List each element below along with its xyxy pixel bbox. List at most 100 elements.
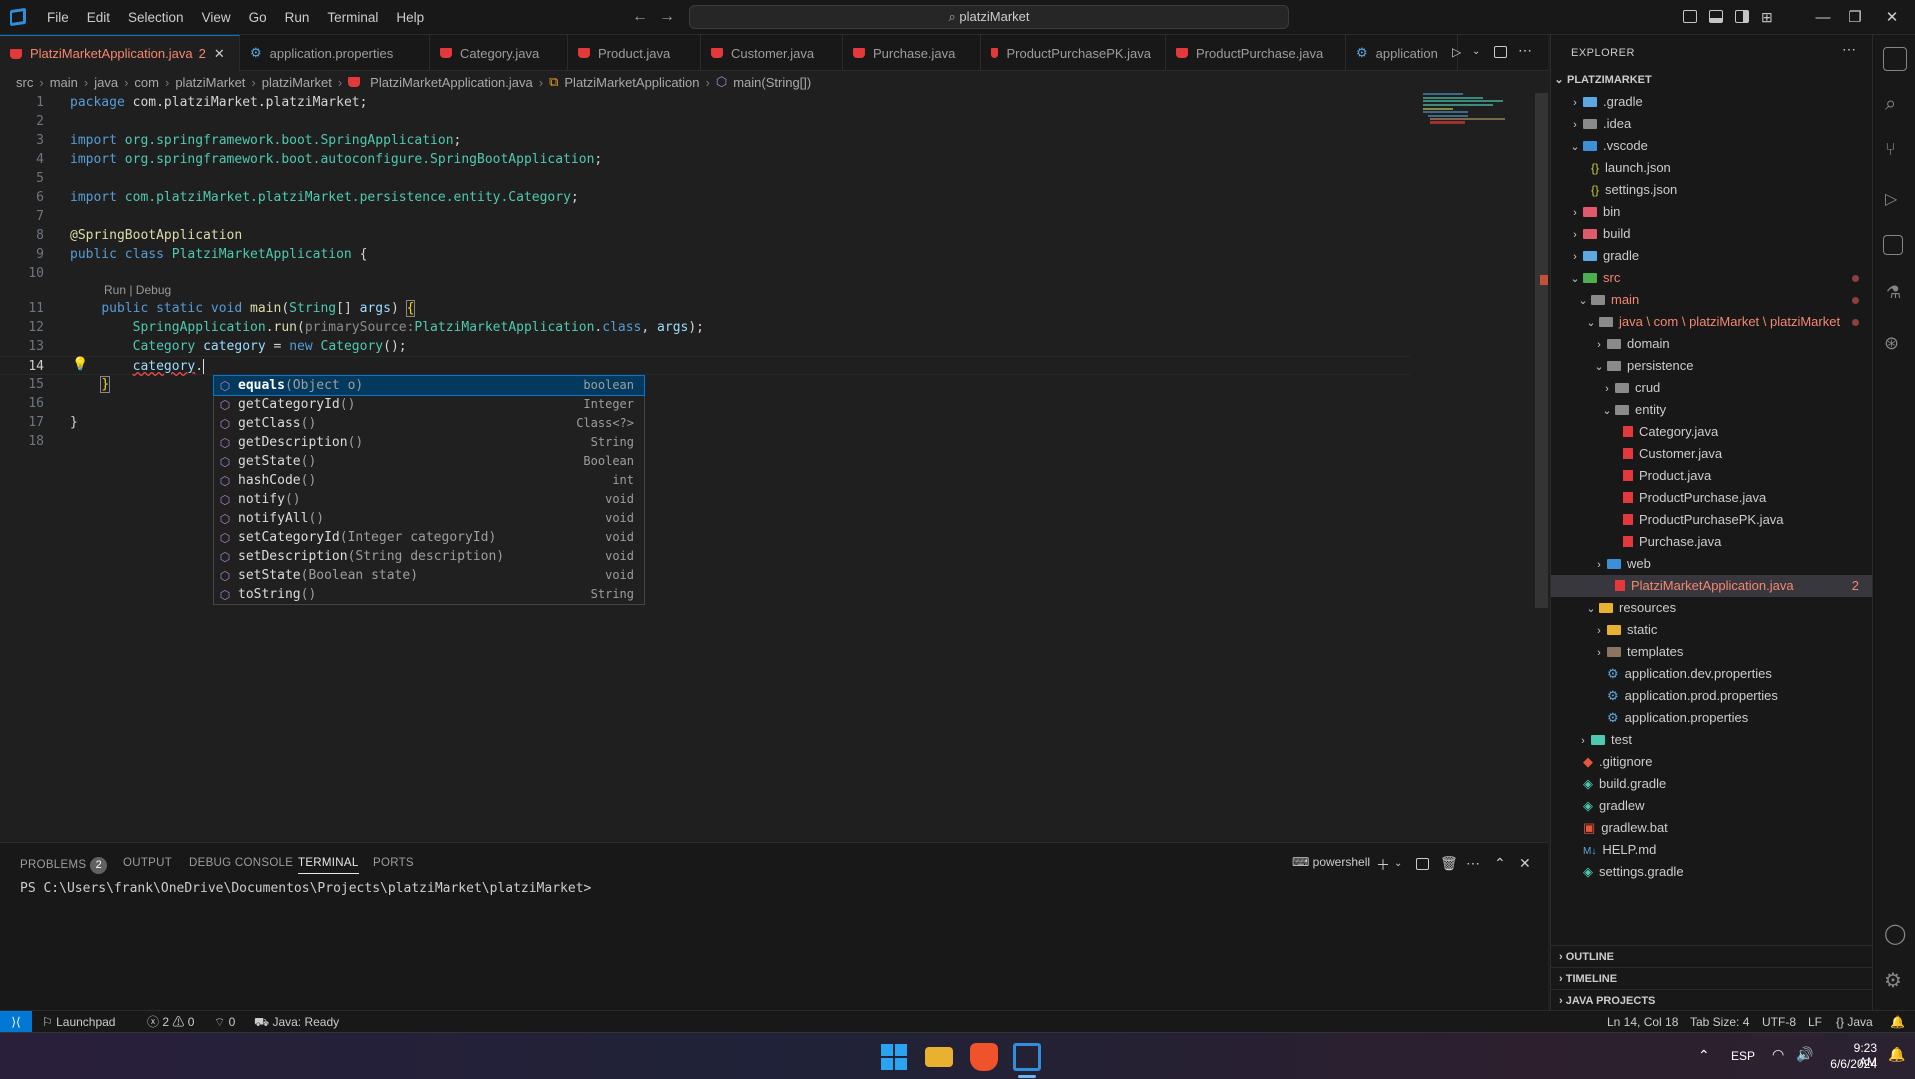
terminal-shell-selector[interactable]: ⌨ powershell: [1292, 855, 1370, 869]
tree-item[interactable]: ⚙ application.properties: [1551, 707, 1873, 729]
run-icon[interactable]: ▷: [1452, 45, 1461, 59]
breadcrumb-item[interactable]: src: [16, 75, 33, 90]
terminal-dropdown-chevron-icon[interactable]: ⌄: [1394, 858, 1402, 869]
new-terminal-icon[interactable]: ＋: [1376, 855, 1390, 875]
chevron-down-icon[interactable]: ⌄: [1472, 46, 1480, 57]
menu-selection[interactable]: Selection: [119, 0, 193, 35]
tree-item[interactable]: {} launch.json: [1551, 157, 1873, 179]
tree-item[interactable]: › static: [1551, 619, 1873, 641]
explorer-icon[interactable]: [1883, 47, 1907, 71]
cursor-position[interactable]: Ln 14, Col 18: [1607, 1011, 1678, 1033]
tray-chevron-up-icon[interactable]: ⌃: [1698, 1047, 1710, 1064]
toggle-primary-sidebar-icon[interactable]: [1683, 10, 1697, 23]
clock-date[interactable]: 6/6/2024: [1827, 1057, 1877, 1071]
suggestion-item[interactable]: ⬡ setCategoryId (Integer categoryId) void: [214, 528, 644, 547]
tree-item[interactable]: ⌄ resources: [1551, 597, 1873, 619]
suggestion-item[interactable]: ⬡ getDescription() String: [214, 433, 644, 452]
tree-item[interactable]: ◈ settings.gradle: [1551, 861, 1873, 883]
tree-item[interactable]: ◆ .gitignore: [1551, 751, 1873, 773]
tree-item[interactable]: ⌄ persistence: [1551, 355, 1873, 377]
more-actions-icon[interactable]: ⋯: [1842, 41, 1856, 58]
input-language[interactable]: ESP: [1731, 1049, 1755, 1063]
tree-item[interactable]: ⚙ application.prod.properties: [1551, 685, 1873, 707]
search-icon[interactable]: ⌕: [1885, 93, 1896, 116]
terminal-prompt[interactable]: PS C:\Users\frank\OneDrive\Documentos\Pr…: [20, 881, 591, 896]
wifi-icon[interactable]: ◠: [1772, 1046, 1784, 1063]
tab-application[interactable]: ⚙ application: [1346, 35, 1458, 71]
tree-item[interactable]: ProductPurchasePK.java: [1551, 509, 1873, 531]
suggestion-item[interactable]: ⬡ setState (Boolean state) void: [214, 566, 644, 585]
tree-item[interactable]: ⌄ java \ com \ platziMarket \ platziMarke…: [1551, 311, 1873, 333]
close-window-icon[interactable]: ✕: [1869, 0, 1915, 35]
tab-terminal[interactable]: TERMINAL: [298, 857, 359, 874]
breadcrumb-item[interactable]: com: [134, 75, 159, 90]
close-icon[interactable]: ✕: [214, 46, 225, 62]
suggestion-item[interactable]: ⬡ toString() String: [214, 585, 644, 604]
close-panel-icon[interactable]: ✕: [1519, 855, 1531, 872]
tree-item[interactable]: ◈ gradlew: [1551, 795, 1873, 817]
tree-item[interactable]: Category.java: [1551, 421, 1873, 443]
breadcrumb-item[interactable]: platziMarket: [175, 75, 245, 90]
breadcrumb-item[interactable]: PlatziMarketApplication: [564, 75, 699, 90]
back-arrow-icon[interactable]: ←: [632, 8, 648, 26]
tree-item[interactable]: › test: [1551, 729, 1873, 751]
settings-gear-icon[interactable]: ⚙: [1884, 968, 1902, 993]
breadcrumb-item[interactable]: PlatziMarketApplication.java: [370, 75, 533, 90]
tree-item[interactable]: › .idea: [1551, 113, 1873, 135]
tab-application-properties[interactable]: ⚙ application.properties: [240, 35, 430, 71]
volume-icon[interactable]: 🔊: [1796, 1046, 1813, 1063]
more-actions-icon[interactable]: ⋯: [1518, 42, 1532, 59]
tree-item[interactable]: PlatziMarketApplication.java 2: [1551, 575, 1873, 597]
ports-status[interactable]: ⌔ 0: [214, 1011, 235, 1033]
tree-item[interactable]: Customer.java: [1551, 443, 1873, 465]
tree-item[interactable]: › build: [1551, 223, 1873, 245]
gitlens-icon[interactable]: ⊛: [1884, 333, 1899, 354]
menu-view[interactable]: View: [193, 0, 240, 35]
line-ending[interactable]: LF: [1808, 1011, 1822, 1033]
tree-item[interactable]: › crud: [1551, 377, 1873, 399]
customize-layout-icon[interactable]: ⊞: [1761, 9, 1773, 26]
menu-edit[interactable]: Edit: [78, 0, 119, 35]
tree-item[interactable]: ⌄ src: [1551, 267, 1873, 289]
suggestion-item[interactable]: ⬡ getClass() Class<?>: [214, 414, 644, 433]
tree-item[interactable]: Product.java: [1551, 465, 1873, 487]
menu-terminal[interactable]: Terminal: [318, 0, 387, 35]
tab-platzimarketapplication-java[interactable]: PlatziMarketApplication.java 2 ✕: [0, 35, 240, 71]
tree-item[interactable]: › templates: [1551, 641, 1873, 663]
breadcrumb-item[interactable]: java: [94, 75, 118, 90]
codelens-run-debug[interactable]: Run | Debug: [104, 283, 171, 297]
tab-category-java[interactable]: Category.java: [430, 35, 568, 71]
split-editor-icon[interactable]: [1494, 46, 1507, 58]
suggestion-item[interactable]: ⬡ getCategoryId() Integer: [214, 395, 644, 414]
vscode-taskbar-icon[interactable]: [1013, 1043, 1041, 1071]
more-actions-icon[interactable]: ⋯: [1466, 855, 1480, 872]
tab-purchase-java[interactable]: Purchase.java: [843, 35, 981, 71]
tree-item[interactable]: ▣ gradlew.bat: [1551, 817, 1873, 839]
tree-item[interactable]: {} settings.json: [1551, 179, 1873, 201]
breadcrumb-item[interactable]: main(String[]): [733, 75, 811, 90]
section-outline[interactable]: › OUTLINE: [1551, 945, 1873, 967]
command-center[interactable]: ⌕ platziMarket: [689, 5, 1289, 29]
tab-problems[interactable]: PROBLEMS 2: [20, 857, 108, 874]
forward-arrow-icon[interactable]: →: [659, 8, 675, 26]
tree-item[interactable]: ⌄ .vscode: [1551, 135, 1873, 157]
menu-run[interactable]: Run: [276, 0, 319, 35]
launchpad-status[interactable]: ⚐ Launchpad: [42, 1011, 115, 1033]
tab-ports[interactable]: PORTS: [373, 857, 414, 869]
suggestion-item[interactable]: ⬡ getState() Boolean: [214, 452, 644, 471]
tab-product-java[interactable]: Product.java: [568, 35, 701, 71]
tab-customer-java[interactable]: Customer.java: [701, 35, 843, 71]
tree-item[interactable]: › domain: [1551, 333, 1873, 355]
section-java-projects[interactable]: › JAVA PROJECTS: [1551, 989, 1873, 1011]
source-control-icon[interactable]: ⑂: [1885, 139, 1896, 160]
windows-start-icon[interactable]: [880, 1043, 908, 1071]
tree-item[interactable]: ProductPurchase.java: [1551, 487, 1873, 509]
suggestion-item[interactable]: ⬡ setDescription (String description) void: [214, 547, 644, 566]
tree-item[interactable]: M↓ HELP.md: [1551, 839, 1873, 861]
notifications-bell-icon[interactable]: 🔔: [1890, 1011, 1905, 1033]
tree-item[interactable]: ⚙ application.dev.properties: [1551, 663, 1873, 685]
explorer-root[interactable]: ⌄ PLATZIMARKET: [1551, 69, 1873, 91]
menu-go[interactable]: Go: [240, 0, 276, 35]
file-explorer-icon[interactable]: [925, 1047, 953, 1067]
tab-productpurchasepk-java[interactable]: ProductPurchasePK.java: [981, 35, 1166, 71]
